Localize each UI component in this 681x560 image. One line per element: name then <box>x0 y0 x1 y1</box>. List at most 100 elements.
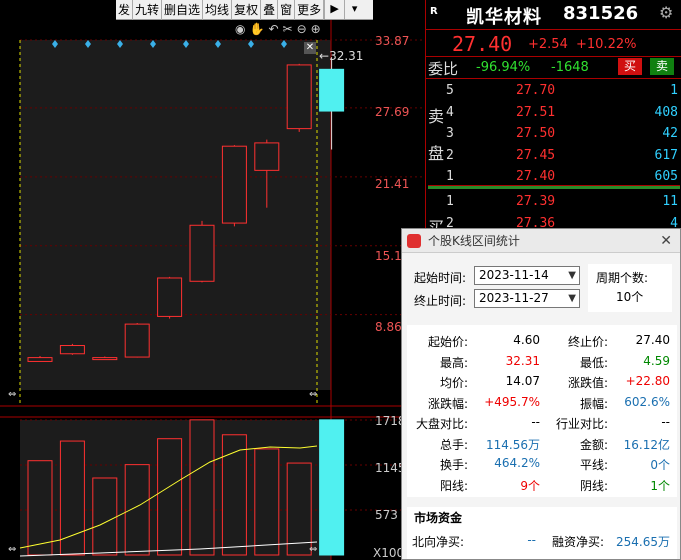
order-price: 27.39 <box>516 194 556 209</box>
volume-bar[interactable] <box>319 419 345 556</box>
current-price: 27.40 <box>452 32 513 56</box>
app-logo-icon <box>407 234 421 248</box>
stat-value: 114.56万 <box>486 437 540 452</box>
toolbar-remove-watchlist[interactable]: 删自选 <box>162 0 204 20</box>
weibi-label: 委比 <box>428 60 459 78</box>
order-price: 27.40 <box>516 169 556 184</box>
stat-label: 大盘对比: <box>415 417 468 431</box>
buy-button[interactable]: 买 <box>618 58 642 75</box>
margin-label: 融资净买: <box>551 535 604 549</box>
kline-chart-area[interactable]: 发 九转 删自选 均线 复权 叠 窗 更多 ▶︎ ▾ ◉ ✋ ↶ ✂ ⊖ ⊕ ✕… <box>0 0 425 560</box>
order-price: 27.51 <box>516 104 556 120</box>
volume-bar[interactable] <box>221 434 247 556</box>
candle-body <box>189 224 215 282</box>
stat-value: 32.31 <box>505 353 540 368</box>
toolbar-fa[interactable]: 发 <box>116 0 134 20</box>
toolbar-jiuzhuan[interactable]: 九转 <box>133 0 163 20</box>
candle-body <box>254 142 280 171</box>
order-level: 3 <box>446 126 454 141</box>
zoom-in-icon[interactable]: ⊕ <box>311 22 321 38</box>
period-box: 周期个数: 10个 <box>588 264 672 312</box>
expand-right-icon[interactable]: ▶︎ <box>324 0 344 19</box>
candlestick[interactable] <box>157 276 183 319</box>
price-change-pct: +10.22% <box>576 37 637 52</box>
order-volume: 605 <box>654 169 678 184</box>
candlestick[interactable] <box>189 220 215 283</box>
range-end-handle-vol[interactable]: ⇔ <box>309 544 317 555</box>
zoom-out-icon[interactable]: ⊖ <box>297 22 307 38</box>
stat-value: 602.6% <box>624 394 670 409</box>
price-axis-label: 21.41 <box>375 177 410 191</box>
stock-name: 凯华材料 <box>466 7 542 28</box>
scissors-icon[interactable]: ✂ <box>283 22 293 38</box>
north-value: -- <box>527 533 536 547</box>
chevron-down-icon: ▼ <box>568 293 576 304</box>
start-time-select[interactable]: 2023-11-14 ▼ <box>474 266 580 285</box>
order-price: 27.70 <box>516 83 556 98</box>
volume-bar[interactable] <box>124 464 150 556</box>
sell-button[interactable]: 卖 <box>650 58 674 75</box>
stock-code: 831526 <box>563 3 639 24</box>
range-end-handle[interactable]: ⇔ <box>309 389 317 400</box>
candlestick[interactable] <box>221 145 247 227</box>
north-label: 北向净买: <box>411 535 464 549</box>
volume-bar[interactable] <box>59 440 85 556</box>
price-axis-label: 27.69 <box>375 105 410 119</box>
stat-value: -- <box>531 415 540 429</box>
stat-value: 9个 <box>520 478 540 493</box>
toolbar-ma[interactable]: 均线 <box>203 0 233 20</box>
sell-order-row[interactable]: 4 27.51 408 <box>426 102 681 124</box>
close-selection-icon[interactable]: ✕ <box>304 42 316 54</box>
toolbar-window[interactable]: 窗 <box>278 0 296 20</box>
stat-label: 阳线: <box>439 478 468 493</box>
undo-icon[interactable]: ↶ <box>268 22 278 38</box>
volume-unit-label: X100 <box>373 546 405 560</box>
volume-bar[interactable] <box>27 460 53 556</box>
stat-label: 平线: <box>579 458 608 472</box>
candlestick[interactable] <box>286 63 312 132</box>
order-price: 27.45 <box>516 147 556 163</box>
sell-order-row[interactable]: 5 27.70 1 <box>426 80 681 102</box>
candle-body <box>221 145 247 224</box>
volume-bar[interactable] <box>92 477 118 556</box>
buy-order-row[interactable]: 1 27.39 11 <box>426 191 681 213</box>
order-level: 2 <box>446 147 454 163</box>
orderbook-divider <box>428 185 680 189</box>
start-time-value: 2023-11-14 <box>479 268 549 282</box>
stat-label: 最低: <box>579 355 608 370</box>
stat-label: 起始价: <box>427 335 468 349</box>
volume-bar[interactable] <box>157 438 183 556</box>
dialog-title-bar[interactable]: 个股K线区间统计 ✕ <box>402 229 680 253</box>
settings-gear-icon[interactable]: ⚙ <box>659 3 673 22</box>
candlestick[interactable] <box>124 323 150 358</box>
sell-order-row[interactable]: 3 27.50 42 <box>426 123 681 145</box>
candle-body <box>124 323 150 358</box>
volume-bar[interactable] <box>286 462 312 556</box>
sell-order-row[interactable]: 2 27.45 617 <box>426 145 681 167</box>
eye-icon[interactable]: ◉ <box>235 22 245 38</box>
price-change: +2.54 <box>528 37 568 52</box>
stat-value: -- <box>661 415 670 429</box>
stat-label: 均价: <box>439 376 468 390</box>
end-time-select[interactable]: 2023-11-27 ▼ <box>474 289 580 308</box>
dropdown-icon[interactable]: ▾ <box>344 0 364 19</box>
hand-icon[interactable]: ✋ <box>249 22 264 38</box>
toolbar-overlay[interactable]: 叠 <box>261 0 279 20</box>
close-icon[interactable]: ✕ <box>660 229 672 253</box>
range-start-handle-vol[interactable]: ⇔ <box>8 544 16 555</box>
order-volume: 42 <box>662 126 678 141</box>
stat-value: 464.2% <box>494 456 540 470</box>
weibi-pct: -96.94% <box>476 60 531 75</box>
toolbar-adjust[interactable]: 复权 <box>232 0 262 20</box>
kline-chart[interactable] <box>0 0 425 560</box>
start-time-label: 起始时间: <box>414 271 467 285</box>
volume-bar[interactable] <box>254 448 280 556</box>
range-start-handle[interactable]: ⇔ <box>8 389 16 400</box>
candlestick[interactable] <box>59 343 85 355</box>
high-marker-value: 32.31 <box>329 49 364 63</box>
price-axis-label: 33.87 <box>375 34 410 48</box>
toolbar-more[interactable]: 更多 <box>295 0 325 20</box>
candle-body <box>59 345 85 355</box>
volume-bar[interactable] <box>189 419 215 556</box>
end-time-value: 2023-11-27 <box>479 291 549 305</box>
